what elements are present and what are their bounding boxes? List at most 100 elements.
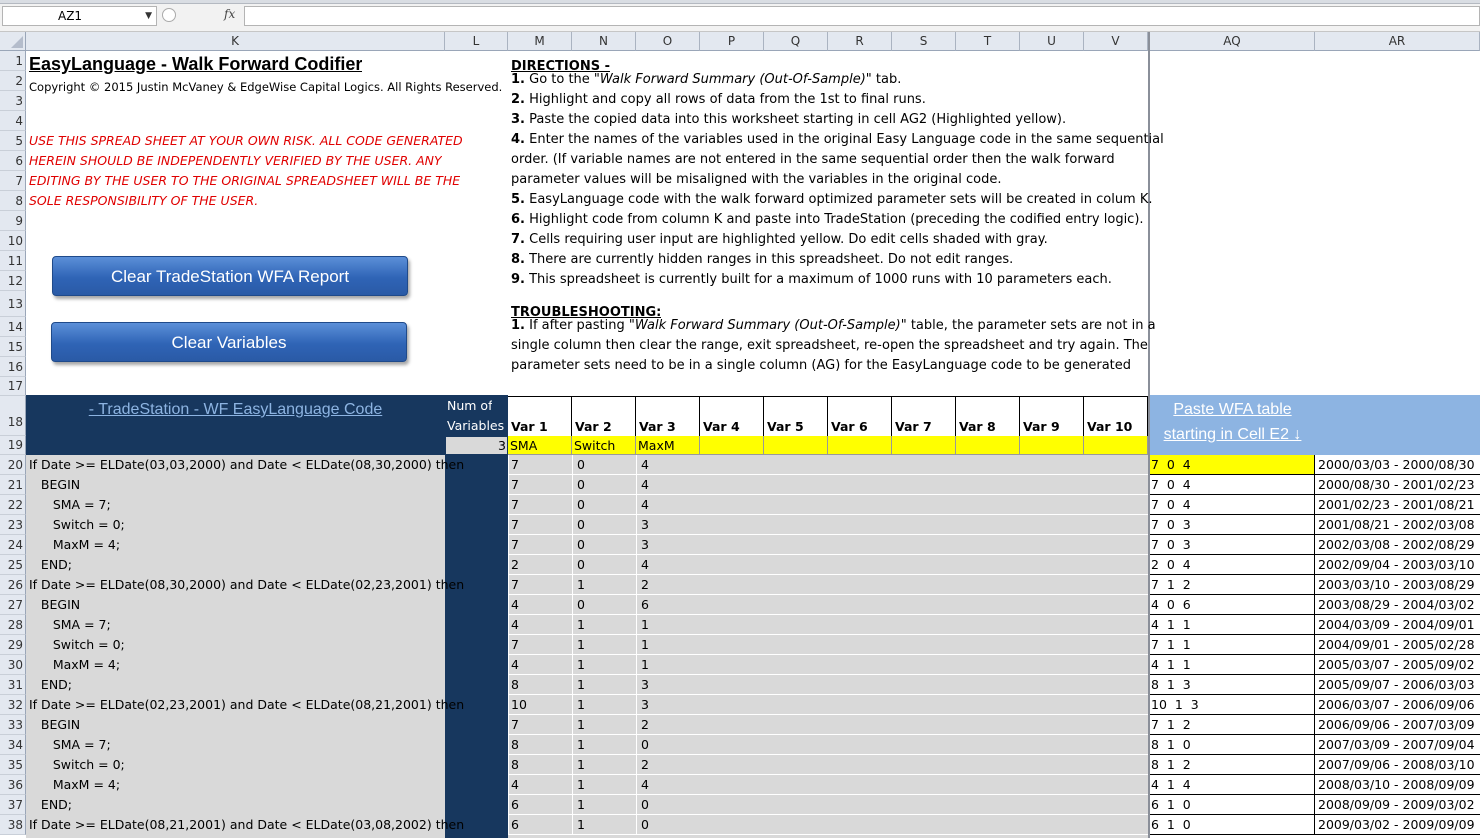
row-header-32[interactable]: 32 — [0, 695, 26, 715]
row-header-26[interactable]: 26 — [0, 575, 26, 595]
row-header-22[interactable]: 22 — [0, 495, 26, 515]
row-header-2[interactable]: 2 — [0, 71, 26, 91]
cancel-icon[interactable] — [162, 8, 176, 22]
chevron-down-icon[interactable]: ▼ — [145, 7, 152, 25]
row-header-18[interactable]: 18 — [0, 396, 26, 436]
column-header-k[interactable]: K — [26, 32, 445, 51]
row-header-10[interactable]: 10 — [0, 231, 26, 251]
row-header-27[interactable]: 27 — [0, 595, 26, 615]
column-header-m[interactable]: M — [508, 32, 572, 51]
var-header-label: Var 8 — [959, 419, 996, 434]
value-text: 7 — [511, 497, 519, 512]
column-header-t[interactable]: T — [956, 32, 1020, 51]
row-header-12[interactable]: 12 — [0, 271, 26, 291]
row-header-15[interactable]: 15 — [0, 337, 26, 357]
row-header-38[interactable]: 38 — [0, 815, 26, 835]
wfa-paste-text: 4 0 6 — [1151, 597, 1191, 612]
row-header-17[interactable]: 17 — [0, 377, 26, 396]
var-header-label: Var 1 — [511, 419, 548, 434]
row-header-6[interactable]: 6 — [0, 151, 26, 171]
column-header-aq[interactable]: AQ — [1150, 32, 1315, 51]
row-header-33[interactable]: 33 — [0, 715, 26, 735]
column-header-ar[interactable]: AR — [1315, 32, 1480, 51]
var-name-input[interactable] — [956, 436, 1020, 455]
var-name-input[interactable] — [828, 436, 892, 455]
var-header-label: Var 5 — [767, 419, 804, 434]
var-name-input[interactable] — [700, 436, 764, 455]
paste-header-line1: Paste WFA table — [1173, 401, 1292, 418]
column-header-r[interactable]: R — [828, 32, 892, 51]
var-name-text: Switch — [574, 438, 616, 453]
column-header-u[interactable]: U — [1020, 32, 1084, 51]
formula-input[interactable] — [244, 6, 1480, 26]
function-icon[interactable]: fx — [224, 7, 235, 21]
row-header-19[interactable]: 19 — [0, 436, 26, 455]
row-header-4[interactable]: 4 — [0, 111, 26, 131]
var-name-input[interactable] — [764, 436, 828, 455]
row-header-37[interactable]: 37 — [0, 795, 26, 815]
row-header-31[interactable]: 31 — [0, 675, 26, 695]
value-text: 1 — [577, 797, 585, 812]
item-number: 7. — [511, 232, 525, 247]
value-text: 4 — [511, 617, 519, 632]
date-range-text: 2008/03/10 - 2008/09/09 — [1318, 777, 1475, 792]
warning-line: SOLE RESPONSIBILITY OF THE USER. — [29, 193, 259, 208]
value-text: 6 — [641, 597, 649, 612]
column-header-v[interactable]: V — [1084, 32, 1148, 51]
row-header-24[interactable]: 24 — [0, 535, 26, 555]
ribbon-edge — [0, 0, 1480, 4]
var-name-input[interactable] — [892, 436, 956, 455]
column-header-n[interactable]: N — [572, 32, 636, 51]
value-text: 1 — [577, 577, 585, 592]
row-header-30[interactable]: 30 — [0, 655, 26, 675]
clear-report-button[interactable]: Clear TradeStation WFA Report — [52, 256, 408, 296]
code-line: END; — [29, 677, 73, 692]
row-header-25[interactable]: 25 — [0, 555, 26, 575]
var-header-label: Var 3 — [639, 419, 676, 434]
direction-line: 9. This spreadsheet is currently built f… — [511, 272, 1112, 287]
code-line: Switch = 0; — [29, 517, 125, 532]
wfa-paste-text: 7 0 4 — [1151, 497, 1191, 512]
row-header-9[interactable]: 9 — [0, 211, 26, 231]
row-header-13[interactable]: 13 — [0, 291, 26, 317]
value-text: 1 — [577, 697, 585, 712]
row-header-5[interactable]: 5 — [0, 131, 26, 151]
row-header-28[interactable]: 28 — [0, 615, 26, 635]
value-text: 0 — [577, 477, 585, 492]
row-header-3[interactable]: 3 — [0, 91, 26, 111]
select-all-corner[interactable] — [0, 32, 26, 51]
row-header-21[interactable]: 21 — [0, 475, 26, 495]
value-text: 1 — [577, 637, 585, 652]
value-text: 4 — [511, 657, 519, 672]
row-header-29[interactable]: 29 — [0, 635, 26, 655]
direction-line: 4. Enter the names of the variables used… — [511, 132, 1164, 147]
date-range-text: 2000/08/30 - 2001/02/23 — [1318, 477, 1475, 492]
row-header-14[interactable]: 14 — [0, 317, 26, 337]
date-range-text: 2007/09/06 - 2008/03/10 — [1318, 757, 1475, 772]
code-line: BEGIN — [29, 717, 81, 732]
column-header-q[interactable]: Q — [764, 32, 828, 51]
row-header-23[interactable]: 23 — [0, 515, 26, 535]
column-header-o[interactable]: O — [636, 32, 700, 51]
clear-variables-button[interactable]: Clear Variables — [51, 322, 407, 362]
var-name-input[interactable] — [1020, 436, 1084, 455]
row-header-8[interactable]: 8 — [0, 191, 26, 211]
row-header-36[interactable]: 36 — [0, 775, 26, 795]
row-header-20[interactable]: 20 — [0, 455, 26, 475]
row-header-35[interactable]: 35 — [0, 755, 26, 775]
column-header-p[interactable]: P — [700, 32, 764, 51]
column-header-s[interactable]: S — [892, 32, 956, 51]
warning-line: HEREIN SHOULD BE INDEPENDENTLY VERIFIED … — [29, 153, 442, 168]
item-number: 6. — [511, 212, 525, 227]
value-text: 2 — [511, 557, 519, 572]
direction-line: 6. Highlight code from column K and past… — [511, 212, 1144, 227]
row-header-16[interactable]: 16 — [0, 357, 26, 377]
row-header-34[interactable]: 34 — [0, 735, 26, 755]
column-header-l[interactable]: L — [445, 32, 508, 51]
row-header-7[interactable]: 7 — [0, 171, 26, 191]
name-box[interactable]: AZ1 ▼ — [2, 6, 157, 26]
direction-line: 5. EasyLanguage code with the walk forwa… — [511, 192, 1153, 207]
row-header-1[interactable]: 1 — [0, 51, 26, 71]
var-name-input[interactable] — [1084, 436, 1148, 455]
row-header-11[interactable]: 11 — [0, 251, 26, 271]
